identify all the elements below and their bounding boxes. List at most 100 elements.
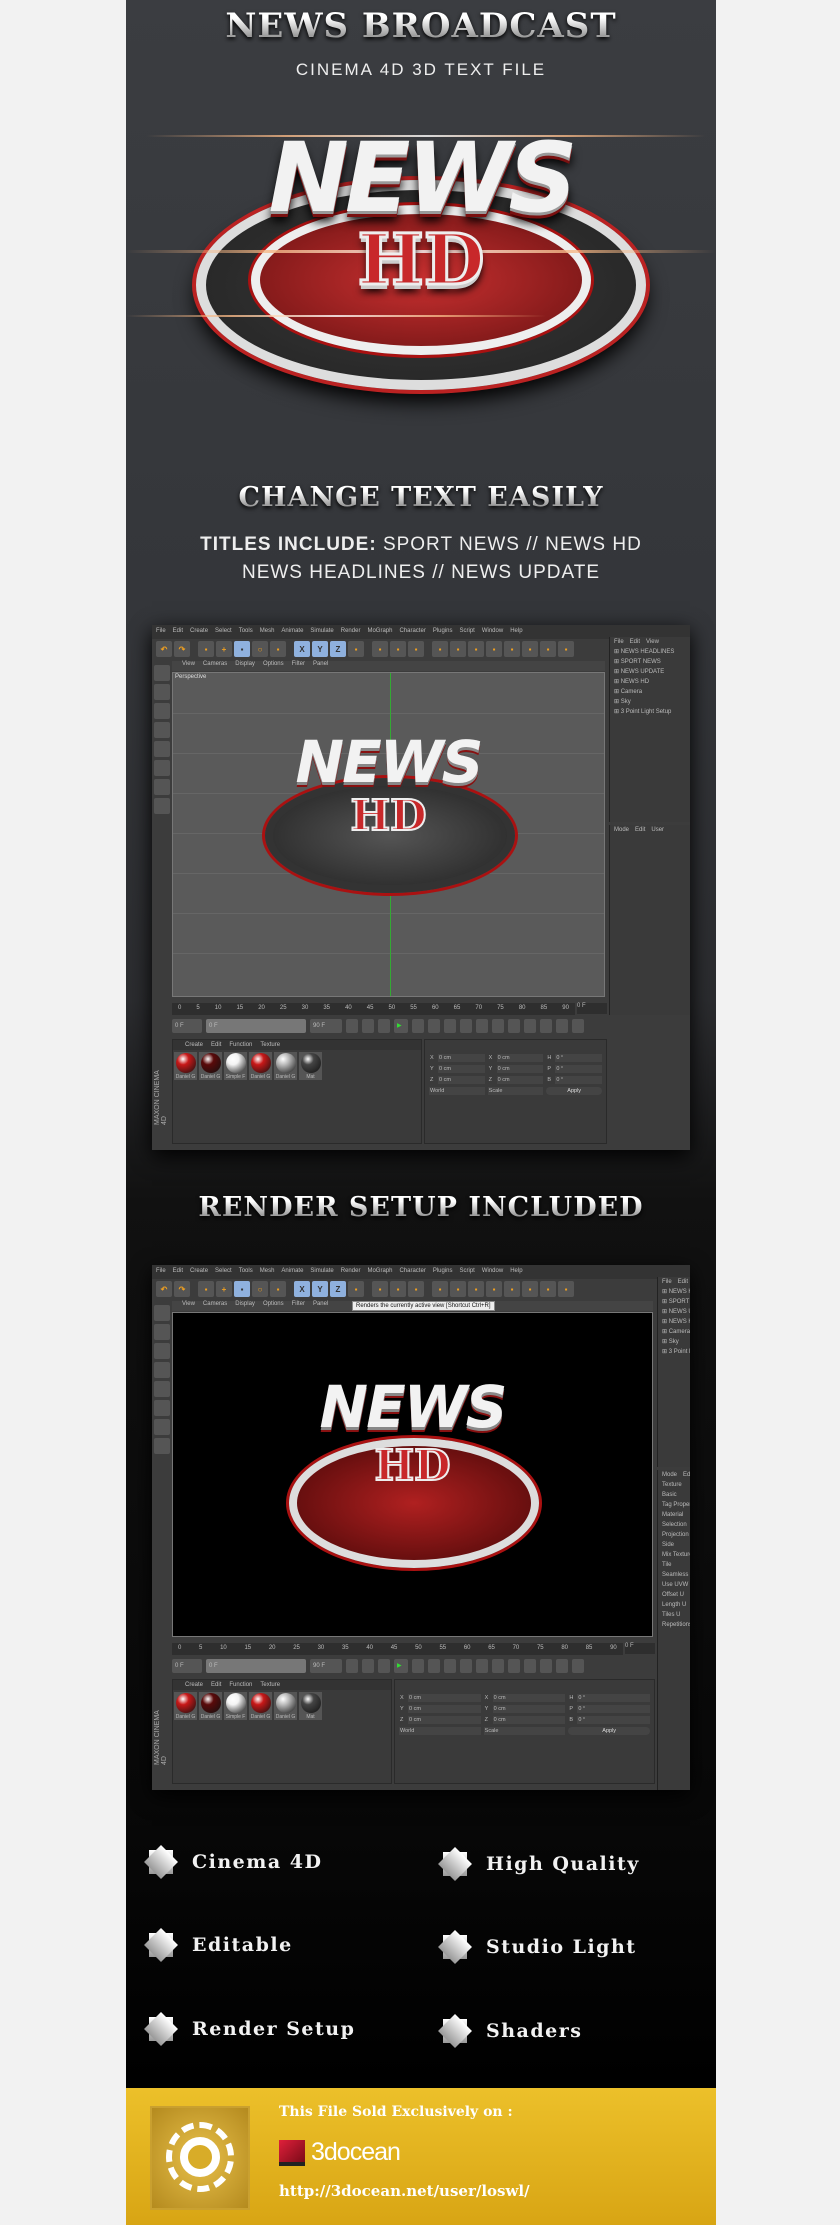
move-key-icon[interactable] (508, 1019, 520, 1033)
attribute-item[interactable]: Side (658, 1540, 690, 1550)
menu-item-mograph[interactable]: MoGraph (367, 628, 392, 636)
viewport-menu-filter[interactable]: Filter (292, 1301, 305, 1311)
nurbs-icon[interactable]: ▪ (468, 641, 484, 657)
play-icon[interactable]: ▶ (394, 1659, 408, 1673)
material-swatch[interactable]: Simple F (224, 1692, 247, 1720)
previous-frame-icon[interactable] (378, 1019, 390, 1033)
menu-item-render[interactable]: Render (341, 628, 361, 636)
scale-box-icon[interactable]: ▪ (270, 1281, 286, 1297)
axis-mode-icon[interactable] (154, 1419, 170, 1435)
points-mode-icon[interactable] (154, 1343, 170, 1359)
param-key-icon[interactable] (556, 1659, 568, 1673)
z-axis-icon[interactable]: Z (330, 641, 346, 657)
coord-mode-select[interactable]: World (399, 1727, 481, 1735)
nurbs-icon[interactable]: ▪ (468, 1281, 484, 1297)
go-to-end-icon[interactable] (444, 1019, 456, 1033)
undo-icon[interactable]: ↶ (156, 1281, 172, 1297)
polygons-mode-icon[interactable] (154, 1381, 170, 1397)
menu-item-plugins[interactable]: Plugins (433, 628, 453, 636)
attr-menu-mode[interactable]: Mode (614, 825, 629, 835)
material-swatch[interactable]: Daniel G (249, 1692, 272, 1720)
coord-field[interactable]: 0 cm (438, 1065, 485, 1073)
next-frame-icon[interactable] (412, 1019, 424, 1033)
y-axis-icon[interactable]: Y (312, 641, 328, 657)
menu-item-animate[interactable]: Animate (281, 1268, 303, 1276)
attribute-item[interactable]: Material (658, 1510, 690, 1520)
material-swatch[interactable]: Daniel G (199, 1692, 222, 1720)
light-icon[interactable]: ▪ (558, 641, 574, 657)
attribute-item[interactable]: Repetitions (658, 1620, 690, 1630)
end-frame-field[interactable]: 90 F (310, 1659, 342, 1673)
scale-key-icon[interactable] (524, 1659, 536, 1673)
edges-mode-icon[interactable] (154, 722, 170, 738)
floor-icon[interactable]: ▪ (522, 641, 538, 657)
object-item[interactable]: ⊞ SPORT NEWS (658, 1297, 690, 1307)
autokey-icon[interactable] (476, 1019, 488, 1033)
move-icon[interactable]: + (216, 641, 232, 657)
light-icon[interactable]: ▪ (558, 1281, 574, 1297)
material-swatch[interactable]: Simple F (224, 1052, 247, 1080)
attribute-item[interactable]: Seamless (658, 1570, 690, 1580)
coord-size-select[interactable]: Scale (487, 1087, 544, 1095)
model-mode-icon[interactable] (154, 665, 170, 681)
attribute-item[interactable]: Tag Properties (658, 1500, 690, 1510)
material-menu-create[interactable]: Create (185, 1682, 203, 1688)
viewport-menu-filter[interactable]: Filter (292, 661, 305, 671)
menu-item-animate[interactable]: Animate (281, 628, 303, 636)
viewport-menu-cameras[interactable]: Cameras (203, 661, 227, 671)
attr-menu-mode[interactable]: Mode (662, 1470, 677, 1480)
coord-field[interactable]: 0 cm (408, 1694, 481, 1702)
menu-item-file[interactable]: File (156, 1268, 166, 1276)
mograph-cloner-icon[interactable]: ▪ (486, 1281, 502, 1297)
object-item[interactable]: ⊞ Sky (658, 1337, 690, 1347)
3docean-logo[interactable]: 3docean (279, 2138, 401, 2167)
floor-icon[interactable]: ▪ (522, 1281, 538, 1297)
menu-item-mesh[interactable]: Mesh (260, 1268, 275, 1276)
deformer-icon[interactable]: ▪ (504, 1281, 520, 1297)
menu-item-character[interactable]: Character (399, 1268, 425, 1276)
viewport-menu-options[interactable]: Options (263, 1301, 284, 1311)
menu-item-help[interactable]: Help (510, 628, 522, 636)
undo-icon[interactable]: ↶ (156, 641, 172, 657)
viewport-menu-display[interactable]: Display (235, 1301, 255, 1311)
material-swatch[interactable]: Daniel G (274, 1052, 297, 1080)
redo-icon[interactable]: ↷ (174, 641, 190, 657)
object-item[interactable]: ⊞ NEWS UPDATE (658, 1307, 690, 1317)
objmgr-menu-edit[interactable]: Edit (678, 1277, 688, 1287)
menu-item-render[interactable]: Render (341, 1268, 361, 1276)
objmgr-menu-file[interactable]: File (614, 637, 624, 647)
material-swatch[interactable]: Daniel G (199, 1052, 222, 1080)
material-swatch[interactable]: Daniel G (174, 1692, 197, 1720)
menu-item-simulate[interactable]: Simulate (310, 628, 333, 636)
author-url-link[interactable]: http://3docean.net/user/loswl/ (279, 2182, 530, 2200)
range-start[interactable]: 0 F (206, 1659, 306, 1673)
object-item[interactable]: ⊞ NEWS HD (610, 677, 690, 687)
coord-field[interactable]: 0 cm (438, 1054, 485, 1062)
objmgr-menu-file[interactable]: File (662, 1277, 672, 1287)
keyframe-selection-icon[interactable] (492, 1659, 504, 1673)
menu-item-window[interactable]: Window (482, 628, 503, 636)
next-key-icon[interactable] (428, 1659, 440, 1673)
attr-menu-edit[interactable]: Edit (683, 1470, 690, 1480)
start-frame-field[interactable]: 0 F (172, 1659, 202, 1673)
coord-field[interactable]: 0 ° (577, 1716, 651, 1724)
next-frame-icon[interactable] (412, 1659, 424, 1673)
scale-box-icon[interactable]: ▪ (270, 641, 286, 657)
coord-field[interactable]: 0 ° (577, 1694, 651, 1702)
rotate-icon[interactable]: ○ (252, 1281, 268, 1297)
viewport-menu-options[interactable]: Options (263, 661, 284, 671)
previous-key-icon[interactable] (362, 1659, 374, 1673)
viewport-menu-panel[interactable]: Panel (313, 661, 328, 671)
previous-key-icon[interactable] (362, 1019, 374, 1033)
next-key-icon[interactable] (428, 1019, 440, 1033)
object-item[interactable]: ⊞ 3 Point Light Setup (610, 707, 690, 717)
object-item[interactable]: ⊞ Camera (610, 687, 690, 697)
go-to-start-icon[interactable] (346, 1659, 358, 1673)
autokey-icon[interactable] (476, 1659, 488, 1673)
spline-icon[interactable]: ▪ (450, 641, 466, 657)
objmgr-menu-view[interactable]: View (646, 637, 659, 647)
viewport-menu-view[interactable]: View (182, 661, 195, 671)
coord-field[interactable]: 0 ° (555, 1065, 603, 1073)
menu-item-mograph[interactable]: MoGraph (367, 1268, 392, 1276)
coord-field[interactable]: 0 cm (496, 1065, 544, 1073)
